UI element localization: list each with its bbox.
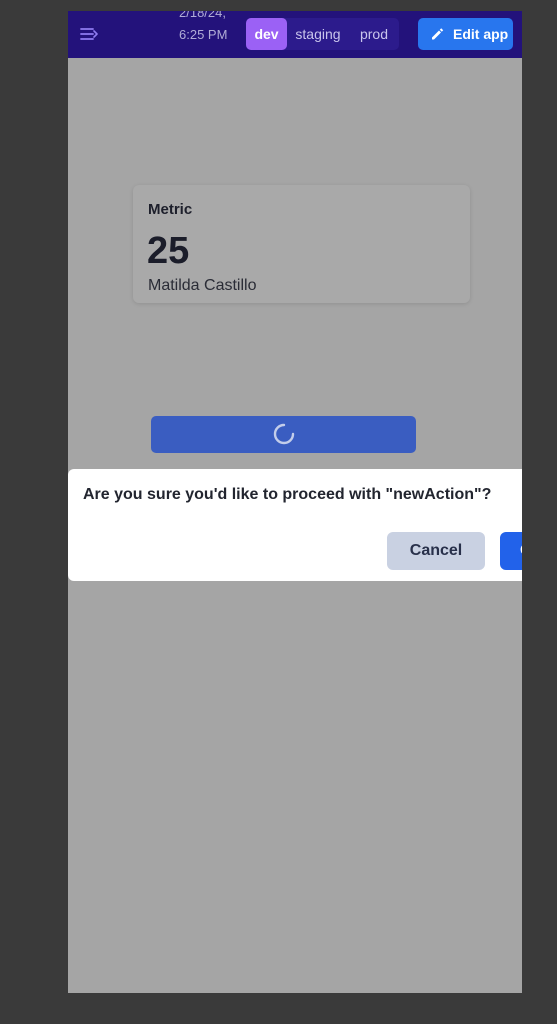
- last-updated-timestamp: 2/18/24, 6:25 PM: [179, 11, 228, 42]
- metric-subtitle: Matilda Castillo: [148, 277, 257, 294]
- metric-title: Metric: [148, 201, 193, 218]
- app-frame: 2/18/24, 6:25 PM dev staging prod Edit a…: [68, 11, 522, 993]
- confirm-dialog: Are you sure you'd like to proceed with …: [68, 469, 522, 581]
- pencil-icon: [432, 28, 444, 40]
- menu-collapse-icon[interactable]: [80, 25, 98, 43]
- spinner-icon: [273, 423, 295, 445]
- action-button[interactable]: [151, 416, 416, 453]
- edit-app-label: Edit app: [453, 26, 509, 42]
- env-tab-prod[interactable]: prod: [352, 18, 396, 50]
- confirm-button[interactable]: OK: [500, 532, 522, 570]
- dialog-message: Are you sure you'd like to proceed with …: [83, 486, 492, 503]
- metric-value: 25: [147, 230, 190, 272]
- metric-card: Metric 25 Matilda Castillo: [133, 185, 470, 303]
- cancel-button[interactable]: Cancel: [387, 532, 485, 570]
- env-tab-staging[interactable]: staging: [288, 18, 348, 50]
- edit-app-button[interactable]: Edit app: [418, 18, 513, 50]
- environment-switcher: dev staging prod: [246, 18, 399, 50]
- top-bar: 2/18/24, 6:25 PM dev staging prod Edit a…: [68, 11, 522, 58]
- env-tab-dev[interactable]: dev: [246, 18, 287, 50]
